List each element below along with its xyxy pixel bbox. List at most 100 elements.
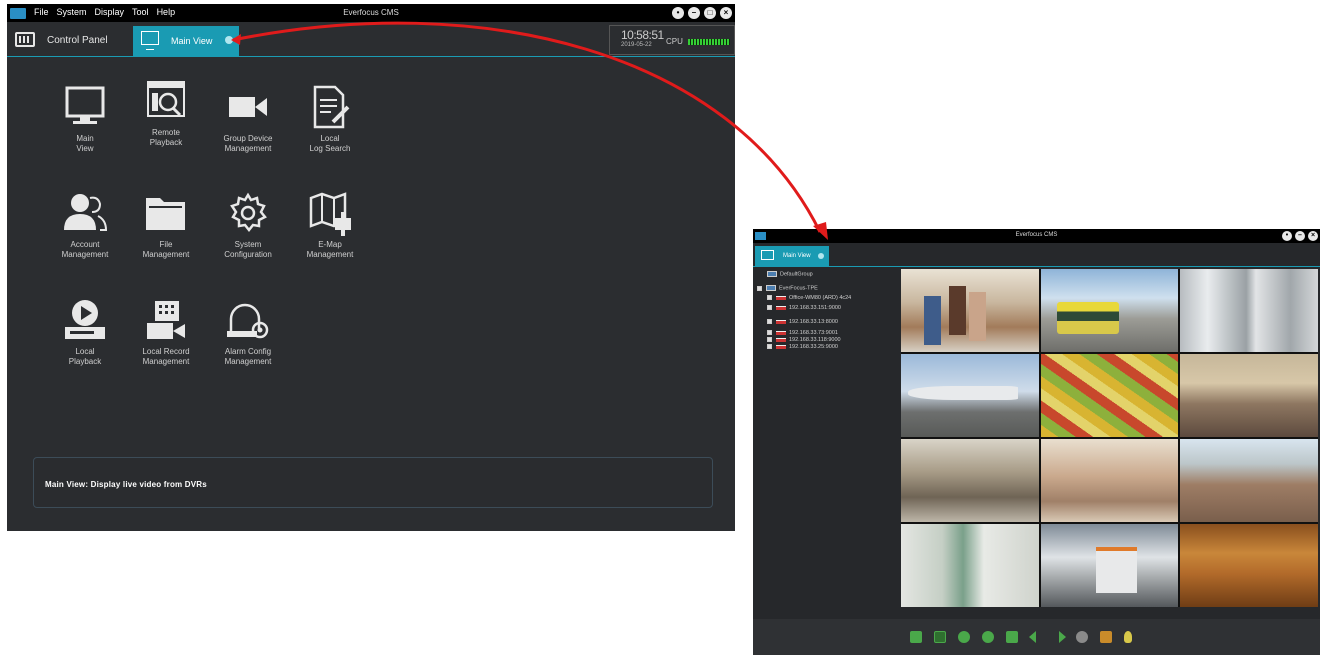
video-tile[interactable] [901, 354, 1039, 437]
title-bar: File System Display Tool Help Everfocus … [7, 4, 735, 22]
tab-main-view-label: Main View [171, 36, 213, 46]
view-tab-underline [753, 266, 1320, 267]
layout-icon[interactable] [934, 631, 946, 643]
video-tile[interactable] [1180, 269, 1318, 352]
video-tile[interactable] [1040, 269, 1179, 352]
module-system-configuration[interactable]: System Configuration [213, 190, 283, 260]
menu-display[interactable]: Display [95, 7, 125, 17]
video-tile[interactable] [1040, 439, 1179, 522]
clock-date: 2019-05-22 [621, 42, 652, 48]
tab-control-panel-label: Control Panel [47, 35, 108, 46]
lock-icon[interactable]: • [672, 7, 684, 19]
video-tile[interactable] [901, 269, 1039, 352]
tree-node-device[interactable]: Office-WM80 (ARD) 4c24 [767, 295, 851, 303]
tree-node-default-group[interactable]: DefaultGroup [767, 271, 813, 279]
tree-node-label: DefaultGroup [780, 271, 813, 278]
account-icon [62, 190, 108, 236]
tree-node-group[interactable]: EverFocus-TPE [757, 285, 818, 293]
tree-node-device[interactable]: 192.168.33.13:8000 [767, 319, 838, 327]
module-label-line1: Main [76, 134, 94, 143]
expand-icon[interactable] [767, 337, 772, 343]
video-tile[interactable] [1180, 439, 1318, 522]
expand-icon[interactable] [767, 330, 772, 336]
menu-bar: File System Display Tool Help [34, 7, 175, 17]
module-main-view[interactable]: Main View [50, 84, 120, 154]
expand-icon[interactable] [757, 285, 762, 291]
menu-help[interactable]: Help [157, 7, 176, 17]
rewind-icon[interactable] [1029, 631, 1036, 643]
microphone-icon[interactable] [1124, 631, 1132, 643]
video-tile[interactable] [1180, 354, 1318, 437]
expand-icon[interactable] [767, 319, 772, 325]
module-local-record[interactable]: Local Record Management [131, 297, 201, 367]
menu-file[interactable]: File [34, 7, 49, 17]
module-alarm-config[interactable]: Alarm Config Management [213, 297, 283, 367]
gear-icon [225, 190, 271, 236]
tab-close-icon[interactable] [225, 36, 233, 44]
volume-icon[interactable] [1100, 631, 1112, 643]
module-label-line2: Configuration [224, 250, 272, 259]
module-label-line1: File [159, 240, 173, 249]
module-local-playback[interactable]: Local Playback [50, 297, 120, 367]
module-label-line1: Remote [151, 128, 180, 137]
video-tile[interactable] [901, 439, 1039, 522]
menu-system[interactable]: System [57, 7, 87, 17]
module-emap-management[interactable]: E-Map Management [295, 190, 365, 260]
module-label-line1: Local [75, 347, 95, 356]
dvr-icon [776, 330, 786, 335]
video-tile[interactable] [1040, 354, 1179, 437]
view-tab-main-view[interactable]: Main View [755, 246, 829, 266]
monitor-icon [141, 31, 159, 50]
tab-main-view[interactable]: Main View [133, 26, 239, 57]
module-label-line1: Local [320, 134, 340, 143]
tab-close-icon[interactable] [818, 253, 824, 259]
module-label-line1: Local Record [142, 347, 190, 356]
menu-tool[interactable]: Tool [132, 7, 149, 17]
close-icon[interactable]: × [1308, 231, 1318, 241]
map-icon [307, 190, 353, 236]
forward-icon[interactable] [1059, 631, 1066, 643]
lock-icon[interactable]: • [1282, 231, 1292, 241]
view-window-title: Everfocus CMS [1015, 232, 1058, 238]
module-local-log-search[interactable]: Local Log Search [295, 84, 365, 154]
tree-node-label: 192.168.33.73:9001 [789, 330, 838, 336]
expand-icon[interactable] [767, 344, 772, 350]
video-tile[interactable] [901, 524, 1039, 607]
close-icon[interactable]: × [720, 7, 732, 19]
module-label-line2: Management [142, 250, 190, 259]
tree-node-device[interactable]: 192.168.33.151:9000 [767, 305, 841, 313]
video-grid [901, 269, 1318, 607]
stop-icon[interactable] [958, 631, 970, 643]
camera-icon [225, 84, 271, 130]
module-label-line1: E-Map [318, 240, 342, 249]
description-panel: Main View: Display live video from DVRs [33, 457, 713, 508]
module-remote-playback[interactable]: Remote Playback [131, 78, 201, 148]
group-icon [766, 285, 776, 291]
record-icon [143, 297, 189, 343]
module-label-line2: Management [306, 250, 354, 259]
cpu-label: CPU [666, 37, 683, 46]
expand-icon[interactable] [767, 295, 772, 301]
module-file-management[interactable]: File Management [131, 190, 201, 260]
tab-control-panel[interactable]: Control Panel [11, 27, 129, 54]
module-label-line2: Management [224, 144, 272, 153]
video-tile[interactable] [1180, 524, 1318, 607]
minimize-icon[interactable]: – [688, 7, 700, 19]
module-group-device[interactable]: Group Device Management [213, 84, 283, 154]
dvr-icon [776, 305, 786, 310]
record-icon[interactable] [982, 631, 994, 643]
tree-node-label: 192.168.33.118:9000 [789, 337, 841, 343]
window-controls: • – □ × [672, 7, 732, 19]
monitor-icon [761, 250, 774, 260]
tree-node-device[interactable]: 192.168.33.25:9000 [767, 344, 838, 352]
refresh-icon[interactable] [1076, 631, 1088, 643]
maximize-icon[interactable]: □ [704, 7, 716, 19]
expand-icon[interactable] [767, 305, 772, 311]
module-account-management[interactable]: Account Management [50, 190, 120, 260]
minimize-icon[interactable]: – [1295, 231, 1305, 241]
snapshot-icon[interactable] [1006, 631, 1018, 643]
video-tile[interactable] [1040, 524, 1179, 607]
module-label-line2: Playback [68, 357, 102, 366]
folder-icon [143, 190, 189, 236]
fullscreen-icon[interactable] [910, 631, 922, 643]
